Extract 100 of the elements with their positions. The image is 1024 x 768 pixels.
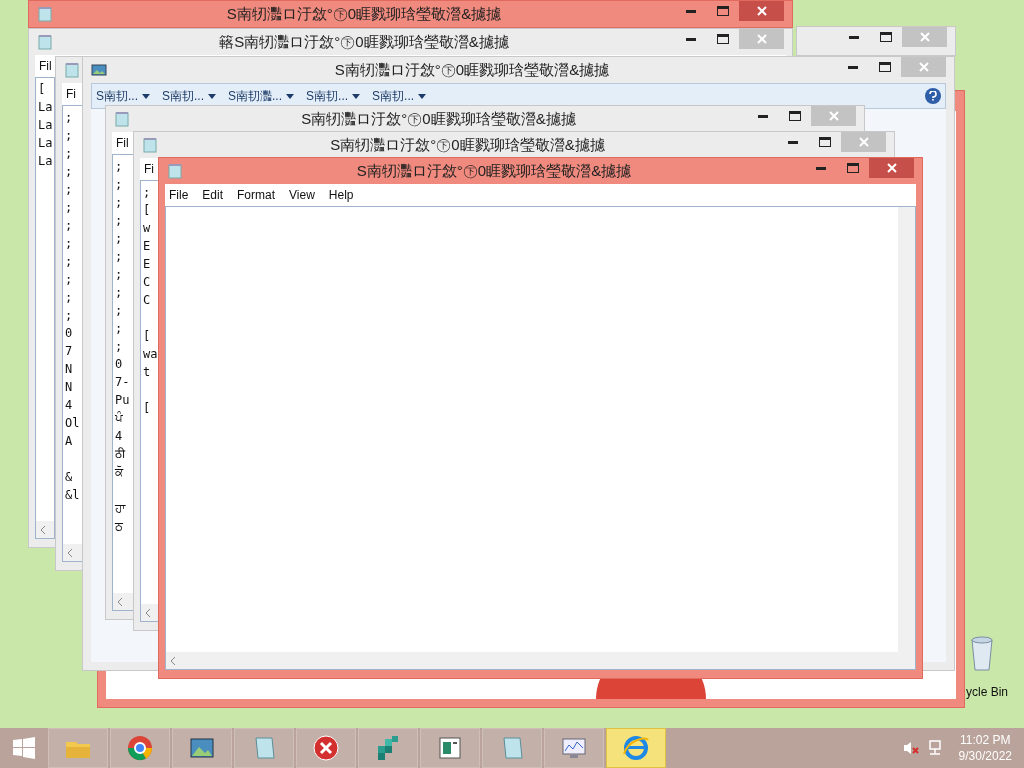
text-line: ;	[65, 307, 73, 324]
menu-item[interactable]: View	[289, 186, 315, 204]
toolbar-dropdown[interactable]: S南㓞...	[372, 87, 427, 105]
text-line: ठी	[115, 446, 125, 463]
notepad-icon	[142, 137, 158, 153]
window-title: S南牣灩ロ汙敜°㊦0睚戮珋琀瑩敬瀯&攄攄	[329, 135, 606, 154]
scrollbar[interactable]	[63, 544, 82, 561]
text-line: ;	[115, 302, 123, 319]
close-icon	[756, 34, 767, 44]
windows-logo-icon	[13, 737, 35, 759]
window-title: S南牣灩ロ汙敜°㊦0睚戮珋琀瑩敬瀯&攄攄	[225, 4, 503, 23]
text-line: ;	[115, 176, 123, 193]
text-line: E	[143, 238, 151, 255]
menu-item[interactable]: Edit	[202, 186, 224, 204]
taskbar-button[interactable]	[606, 728, 666, 768]
maximize-icon	[717, 6, 729, 16]
text-line: La	[38, 117, 53, 134]
text-line: C	[143, 274, 151, 291]
help-icon	[929, 91, 937, 101]
close-icon	[858, 137, 869, 147]
text-line: [	[143, 202, 151, 219]
maximize-icon	[880, 32, 892, 42]
scrollbar[interactable]	[113, 593, 133, 610]
toolbar-dropdown[interactable]: S南㓞...	[96, 87, 150, 105]
text-line: La	[38, 135, 53, 152]
text-line: ;	[115, 266, 123, 283]
text-line: 0	[115, 356, 123, 373]
menu-item[interactable]: Fil	[116, 134, 129, 152]
text-line: Pu	[115, 392, 130, 409]
text-line: ;	[65, 127, 73, 144]
scroll-left-icon[interactable]	[145, 608, 151, 617]
document-icon	[436, 734, 464, 762]
menu-item[interactable]: Fil	[39, 57, 52, 75]
minimize-icon	[849, 35, 859, 39]
text-line: A	[65, 433, 73, 450]
text-line: w	[143, 220, 151, 237]
window-title: S南牣灩ロ汙敜°㊦0睚戮珋琀瑩敬瀯&攄攄	[300, 109, 577, 128]
notepad-icon	[114, 111, 130, 127]
maximize-icon	[847, 163, 859, 173]
browser-e-icon	[622, 734, 650, 762]
scroll-left-icon[interactable]	[67, 548, 73, 557]
text-line: ;	[65, 181, 73, 198]
network-icon[interactable]	[926, 740, 943, 756]
text-line: E	[143, 256, 151, 273]
minimize-icon	[758, 114, 768, 118]
text-line: ;	[65, 271, 73, 288]
text-line: ;	[143, 184, 151, 201]
text-line: ;	[65, 217, 73, 234]
scrollbar[interactable]	[898, 207, 915, 652]
menu-item[interactable]: Fi	[66, 85, 76, 103]
notepad-icon	[37, 6, 53, 22]
scroll-left-icon[interactable]	[40, 525, 46, 534]
text-line: ;	[115, 158, 123, 175]
text-line: [	[143, 328, 151, 345]
scrollbar[interactable]	[141, 604, 158, 621]
text-line: ;	[65, 163, 73, 180]
text-line: ਕੋ	[115, 464, 123, 481]
text-line: &	[65, 469, 73, 486]
text-line: wa	[143, 346, 158, 363]
text-area[interactable]: ; ; ; ; ; ; ; ; ; ; ; 0 7- Pu ਪੰ 4 ठी ਕੋ ਹਾ ਠ	[112, 154, 134, 611]
close-icon	[828, 111, 839, 121]
minimize-icon	[686, 37, 696, 41]
picture-icon	[91, 62, 107, 78]
text-line: 7-	[115, 374, 130, 391]
text-line: ;	[115, 338, 123, 355]
help-button[interactable]	[925, 88, 941, 104]
text-line: La	[38, 153, 53, 170]
menu-item[interactable]: Format	[237, 186, 276, 204]
scrollbar[interactable]	[166, 652, 915, 669]
minimize-icon	[816, 166, 826, 170]
close-button[interactable]	[869, 158, 914, 178]
menu-item[interactable]: Fi	[144, 160, 154, 178]
text-line: ;	[115, 284, 123, 301]
toolbar-dropdown[interactable]: S南㓞...	[162, 87, 217, 105]
text-line: 4	[65, 397, 73, 414]
text-line: La	[38, 99, 53, 116]
close-icon	[886, 163, 897, 173]
text-area[interactable]: ; ; ; ; ; ; ; ; ; ; ; ; 0 7 N N 4 Ol A & &l	[62, 105, 83, 562]
scroll-left-icon[interactable]	[117, 597, 123, 606]
close-button[interactable]	[739, 1, 784, 21]
maximize-icon	[819, 137, 831, 147]
scrollbar[interactable]	[36, 521, 54, 538]
minimize-icon	[686, 9, 696, 13]
text-line: 7	[65, 343, 73, 360]
text-line: [	[38, 81, 46, 98]
text-area[interactable]: [ La La La La	[35, 77, 55, 539]
muted-speaker-icon[interactable]	[902, 740, 919, 756]
error-icon	[312, 734, 340, 762]
menu-item[interactable]: File	[169, 186, 189, 204]
minimize-icon	[848, 65, 858, 69]
menu-item[interactable]: Help	[328, 186, 354, 204]
text-line: ;	[65, 235, 73, 252]
toolbar-dropdown[interactable]: S南㓞...	[306, 87, 361, 105]
close-icon	[919, 32, 930, 42]
text-line: N	[65, 379, 73, 396]
toolbar-dropdown[interactable]: S南㓞灩...	[228, 87, 295, 105]
maximize-icon	[717, 34, 729, 44]
scroll-left-icon[interactable]	[170, 656, 176, 665]
window-title: S南牣灩ロ汙敜°㊦0睚戮珋琀瑩敬瀯&攄攄	[355, 161, 633, 180]
text-line: t	[143, 364, 151, 381]
